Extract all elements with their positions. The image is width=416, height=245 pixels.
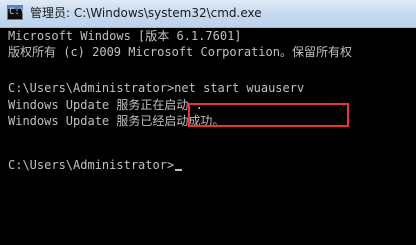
- window-title: 管理员: C:\Windows\system32\cmd.exe: [30, 6, 262, 20]
- text-cursor: [175, 169, 183, 171]
- command-highlight-box: [188, 103, 349, 127]
- console-line-version: Microsoft Windows [版本 6.1.7601]: [8, 29, 242, 43]
- console-prompt-line[interactable]: C:\Users\Administrator>: [8, 157, 183, 173]
- cmd-icon[interactable]: C:\: [7, 5, 26, 20]
- cmd-icon-glyph: C:\: [9, 7, 26, 17]
- console-line-command: C:\Users\Administrator>net start wuauser…: [8, 81, 305, 95]
- console-prompt: C:\Users\Administrator>: [8, 158, 175, 172]
- console-line-copyright: 版权所有 (c) 2009 Microsoft Corporation。保留所有…: [8, 45, 352, 59]
- title-bar[interactable]: C:\ 管理员: C:\Windows\system32\cmd.exe: [0, 0, 416, 28]
- console-area[interactable]: Microsoft Windows [版本 6.1.7601] 版权所有 (c)…: [0, 28, 416, 245]
- console-line-starting: Windows Update 服务正在启动 .: [8, 98, 203, 112]
- cmd-window: C:\ 管理员: C:\Windows\system32\cmd.exe Mic…: [0, 0, 416, 245]
